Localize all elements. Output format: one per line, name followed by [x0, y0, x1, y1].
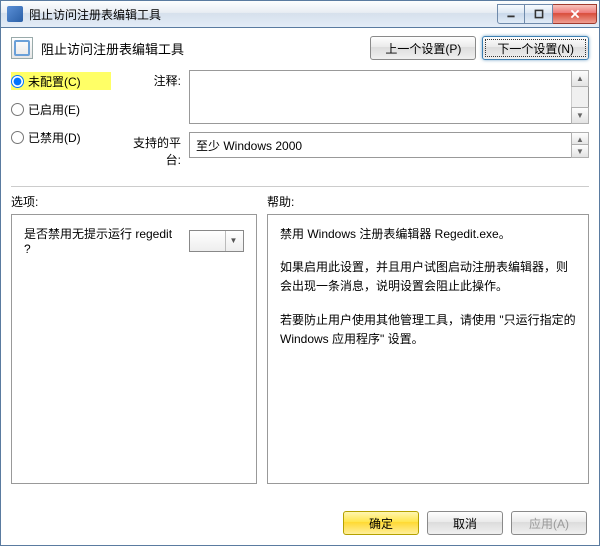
cancel-button[interactable]: 取消: [427, 511, 503, 535]
dialog-content: 阻止访问注册表编辑工具 上一个设置(P) 下一个设置(N) 未配置(C) 已启用…: [0, 28, 600, 546]
radio-disabled[interactable]: 已禁用(D): [11, 128, 111, 146]
radio-enabled[interactable]: 已启用(E): [11, 100, 111, 118]
options-heading: 选项:: [11, 193, 267, 210]
scroll-down-icon[interactable]: ▼: [571, 144, 589, 158]
option-combobox[interactable]: ▼: [189, 230, 245, 252]
option-question: 是否禁用无提示运行 regedit ?: [24, 225, 181, 256]
policy-icon: [11, 37, 33, 59]
apply-button[interactable]: 应用(A): [511, 511, 587, 535]
radio-unconfigured[interactable]: 未配置(C): [11, 72, 111, 90]
page-title: 阻止访问注册表编辑工具: [41, 39, 184, 58]
radio-enabled-input[interactable]: [11, 103, 24, 116]
radio-unconfigured-input[interactable]: [11, 75, 24, 88]
next-setting-button[interactable]: 下一个设置(N): [482, 36, 589, 60]
platform-box: 至少 Windows 2000 ▲ ▼: [189, 132, 589, 158]
radio-unconfigured-label: 未配置(C): [28, 73, 81, 90]
titlebar: 阻止访问注册表编辑工具: [0, 0, 600, 28]
platform-label: 支持的平台:: [121, 132, 181, 168]
comment-input[interactable]: ▲ ▼: [189, 70, 589, 124]
platform-value: 至少 Windows 2000: [196, 137, 302, 154]
scroll-up-icon[interactable]: ▲: [571, 70, 589, 87]
minimize-button[interactable]: [497, 4, 525, 24]
close-button[interactable]: [553, 4, 597, 24]
divider: [11, 186, 589, 187]
help-line-1: 禁用 Windows 注册表编辑器 Regedit.exe。: [280, 225, 576, 244]
window-title: 阻止访问注册表编辑工具: [29, 6, 497, 23]
dialog-footer: 确定 取消 应用(A): [343, 511, 587, 535]
radio-enabled-label: 已启用(E): [28, 101, 80, 118]
prev-setting-button[interactable]: 上一个设置(P): [370, 36, 476, 60]
comment-scrollbar[interactable]: ▲ ▼: [571, 71, 588, 123]
window-controls: [497, 4, 597, 24]
radio-disabled-input[interactable]: [11, 131, 24, 144]
platform-scrollbar[interactable]: ▲ ▼: [571, 133, 588, 157]
help-line-2: 如果启用此设置，并且用户试图启动注册表编辑器，则会出现一条消息，说明设置会阻止此…: [280, 258, 576, 296]
app-icon: [7, 6, 23, 22]
header-row: 阻止访问注册表编辑工具 上一个设置(P) 下一个设置(N): [11, 36, 589, 60]
maximize-button[interactable]: [525, 4, 553, 24]
state-radio-group: 未配置(C) 已启用(E) 已禁用(D): [11, 70, 111, 176]
scroll-down-icon[interactable]: ▼: [571, 107, 589, 124]
help-heading: 帮助:: [267, 193, 294, 210]
radio-disabled-label: 已禁用(D): [28, 129, 81, 146]
chevron-down-icon: ▼: [225, 231, 241, 251]
options-pane: 是否禁用无提示运行 regedit ? ▼: [11, 214, 257, 484]
help-pane: 禁用 Windows 注册表编辑器 Regedit.exe。 如果启用此设置，并…: [267, 214, 589, 484]
comment-label: 注释:: [121, 70, 181, 124]
ok-button[interactable]: 确定: [343, 511, 419, 535]
help-line-3: 若要防止用户使用其他管理工具，请使用 "只运行指定的 Windows 应用程序"…: [280, 311, 576, 349]
